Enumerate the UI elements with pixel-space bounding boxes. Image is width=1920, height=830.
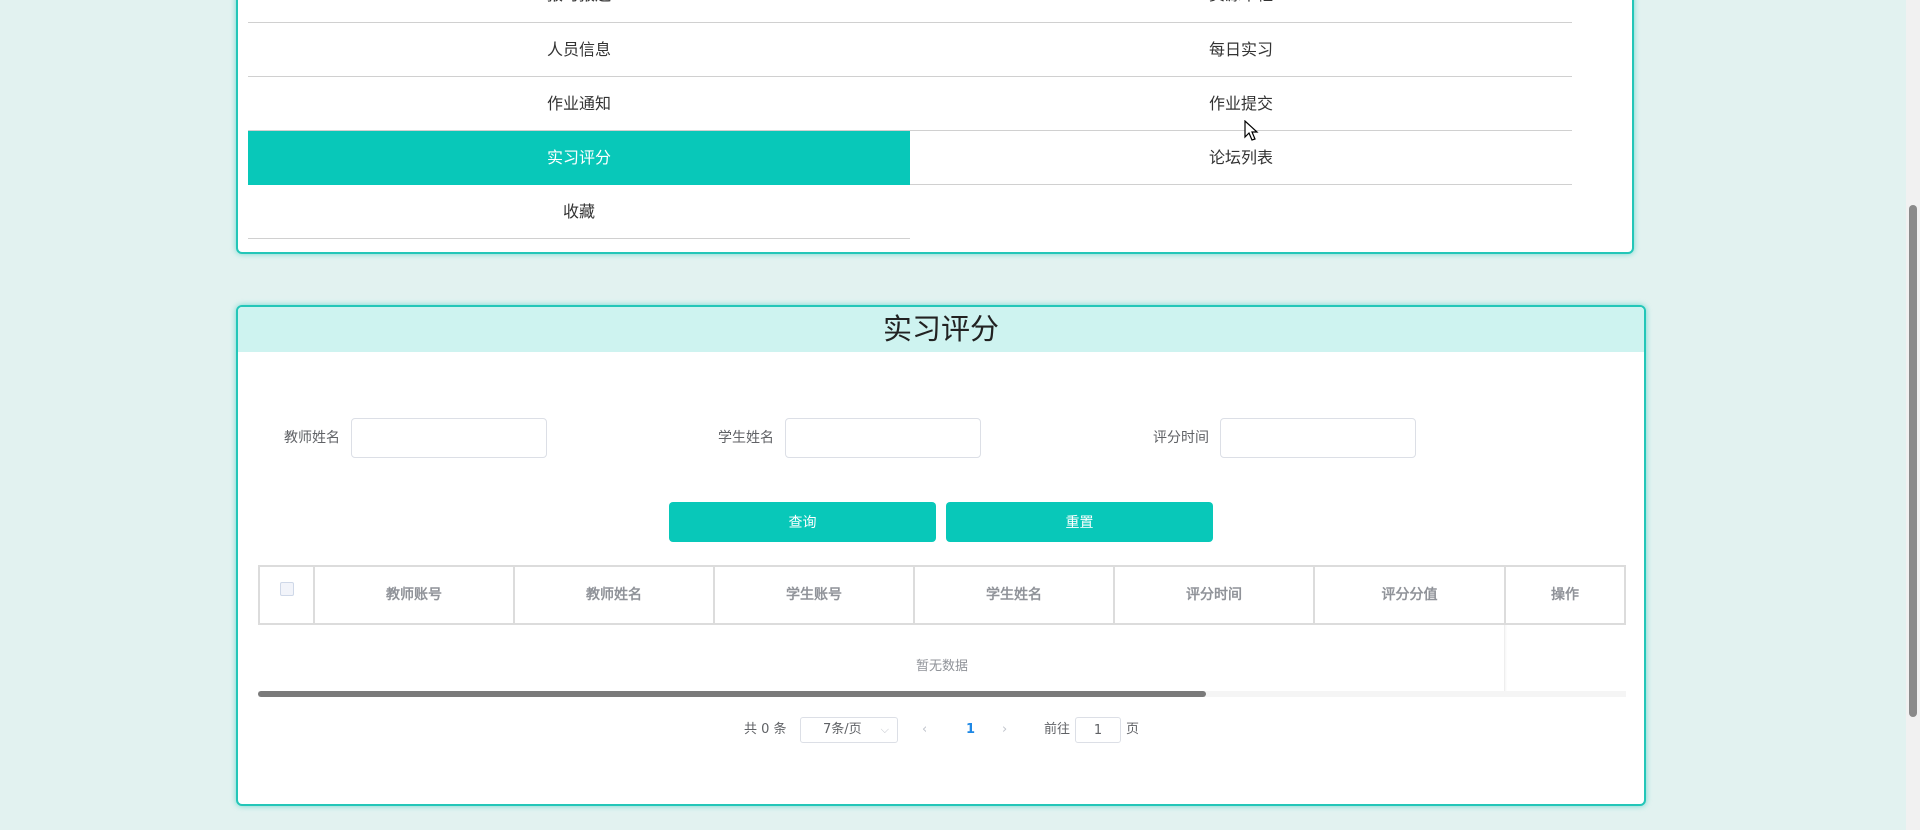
table-empty-text: 暂无数据 [915,659,968,674]
page-size-value: 7条/页 [823,722,862,737]
select-all-checkbox[interactable] [279,582,294,596]
prev-page-icon[interactable]: ‹ [922,715,927,745]
page-title: 实习评分 [238,307,1644,352]
menu-item-daily-internship[interactable]: 每日实习 [910,23,1572,77]
page-number-current[interactable]: 1 [966,715,975,745]
filter-row: 教师姓名 学生姓名 评分时间 [238,418,1644,458]
score-time-label: 评分时间 [1153,430,1209,446]
next-page-icon[interactable]: › [1002,715,1007,745]
teacher-name-label: 教师姓名 [284,430,340,446]
pagination-total: 共 0 条 [744,722,787,737]
select-all-cell [260,567,315,623]
nav-menu-grid: 报时报送 资源中枢 人员信息 每日实习 作业通知 作业提交 实习评分 论坛列表 … [248,0,1572,239]
column-score-time[interactable]: 评分时间 [1115,567,1315,623]
menu-item-resources[interactable]: 资源中枢 [910,0,1572,23]
score-panel: 实习评分 教师姓名 学生姓名 评分时间 查询 重置 教师账号 教师姓名 学生账号… [236,305,1646,806]
page-vertical-scrollbar[interactable] [1906,0,1920,830]
score-table: 教师账号 教师姓名 学生账号 学生姓名 评分时间 评分分值 操作 暂无数据 [258,565,1626,697]
table-horizontal-scrollbar[interactable] [258,691,1626,697]
menu-item-forum-list[interactable]: 论坛列表 [910,131,1572,185]
page-unit-label: 页 [1126,722,1140,737]
table-scrollbar-thumb[interactable] [258,691,1206,697]
menu-item-homework-submit[interactable]: 作业提交 [910,77,1572,131]
menu-item-personnel[interactable]: 人员信息 [248,23,910,77]
column-student-account[interactable]: 学生账号 [715,567,915,623]
student-name-input[interactable] [785,418,981,458]
pagination: 共 0 条 7条/页 ⌵ ‹ 1 › 前往 页 [238,715,1644,745]
menu-item-internship-score[interactable]: 实习评分 [248,131,910,185]
column-actions: 操作 [1551,587,1579,603]
column-teacher-account[interactable]: 教师账号 [315,567,515,623]
table-header: 教师账号 教师姓名 学生账号 学生姓名 评分时间 评分分值 操作 [258,565,1626,625]
menu-item-favorites[interactable]: 收藏 [248,185,910,239]
chevron-down-icon: ⌵ [880,723,889,736]
goto-page-input[interactable] [1075,717,1121,743]
score-time-input[interactable] [1220,418,1416,458]
goto-label: 前往 [1044,722,1071,737]
page-scrollbar-thumb[interactable] [1909,205,1917,717]
menu-item-report[interactable]: 报时报送 [248,0,910,23]
teacher-name-input[interactable] [351,418,547,458]
query-button[interactable]: 查询 [669,502,936,542]
nav-menu-card: 报时报送 资源中枢 人员信息 每日实习 作业通知 作业提交 实习评分 论坛列表 … [236,0,1634,254]
menu-item-homework-notice[interactable]: 作业通知 [248,77,910,131]
menu-item-empty [910,185,1572,239]
reset-button[interactable]: 重置 [946,502,1213,542]
page-size-select[interactable]: 7条/页 ⌵ [800,717,898,743]
fixed-column-divider [1504,625,1507,695]
mouse-cursor-icon [1244,120,1259,141]
column-teacher-name[interactable]: 教师姓名 [515,567,715,623]
column-student-name[interactable]: 学生姓名 [915,567,1115,623]
student-name-label: 学生姓名 [718,430,774,446]
column-score-value[interactable]: 评分分值 [1315,567,1506,623]
